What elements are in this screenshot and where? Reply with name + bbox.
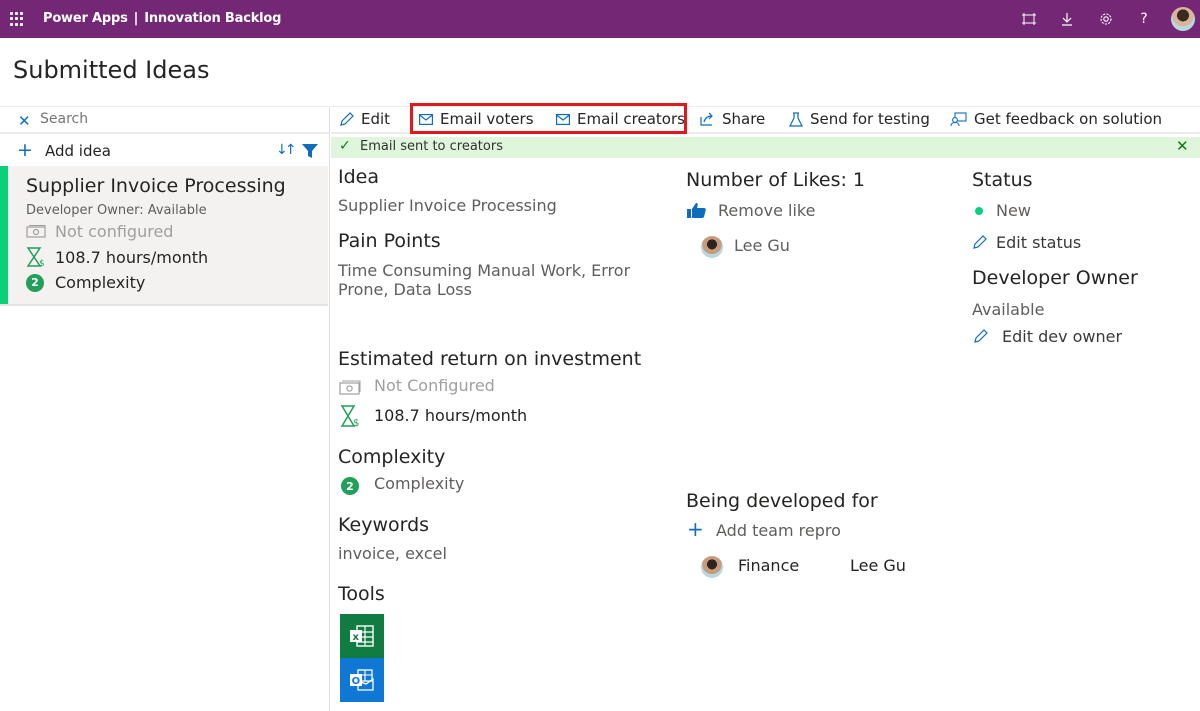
add-idea-row: + Add idea ↓↑ [0, 136, 330, 166]
app-header: Power Apps | Innovation Backlog ? [0, 0, 1200, 38]
liker-avatar [701, 236, 723, 258]
hourglass-dollar-icon: $ [26, 247, 46, 267]
team-member-avatar [701, 556, 723, 578]
flask-icon [789, 111, 803, 127]
thumbs-up-icon[interactable] [687, 202, 706, 218]
developer-owner-value: Available [972, 300, 1045, 319]
ideas-list-panel: ✕ + Add idea ↓↑ Supplier Invoice Process… [0, 106, 330, 711]
idea-value: Supplier Invoice Processing [338, 196, 557, 215]
status-heading: Status [972, 169, 1033, 191]
download-icon[interactable] [1057, 9, 1077, 29]
complexity-label: Complexity [374, 474, 465, 493]
email-voters-label: Email voters [440, 110, 534, 128]
search-bar: ✕ [0, 106, 330, 134]
filter-icon[interactable] [302, 144, 318, 158]
help-icon[interactable]: ? [1134, 9, 1154, 29]
keywords-value: invoice, excel [338, 544, 447, 563]
svg-text:O: O [352, 676, 361, 687]
share-label: Share [722, 110, 766, 128]
add-team-icon[interactable]: + [687, 517, 704, 541]
roi-value: Not Configured [374, 376, 495, 395]
title-separator: | [133, 11, 139, 26]
idea-list-item[interactable]: Supplier Invoice Processing Developer Ow… [0, 166, 328, 306]
money-icon [26, 224, 46, 239]
app-name: Power Apps [43, 11, 128, 26]
checkmark-icon: ✓ [339, 138, 351, 154]
selected-indicator [0, 166, 8, 304]
send-for-testing-button[interactable]: Send for testing [789, 108, 930, 130]
pain-points-line-1: Time Consuming Manual Work, Error [338, 261, 631, 280]
email-voters-button[interactable]: Email voters [419, 108, 534, 130]
edit-label: Edit [361, 110, 391, 128]
help-glyph: ? [1140, 11, 1148, 27]
email-creators-label: Email creators [577, 110, 685, 128]
pain-points-line-2: Prone, Data Loss [338, 280, 472, 299]
being-developed-heading: Being developed for [686, 490, 878, 512]
idea-roi: Not configured [55, 222, 174, 241]
remove-like-button[interactable]: Remove like [718, 201, 815, 220]
idea-complexity-label: Complexity [55, 273, 146, 292]
svg-text:x: x [353, 632, 360, 643]
feedback-icon [950, 111, 967, 126]
edit-button[interactable]: Edit [340, 108, 390, 130]
user-avatar[interactable] [1171, 7, 1195, 31]
get-feedback-label: Get feedback on solution [974, 110, 1163, 128]
svg-text:$: $ [353, 418, 359, 427]
app-launcher-icon[interactable] [10, 12, 24, 26]
liker-name: Lee Gu [734, 236, 790, 255]
keywords-heading: Keywords [338, 514, 430, 536]
pencil-icon [340, 112, 354, 126]
success-notification: ✓ Email sent to creators ✕ [331, 137, 1200, 158]
money-icon [339, 380, 361, 395]
complexity-badge: 2 [26, 273, 44, 292]
get-feedback-button[interactable]: Get feedback on solution [950, 108, 1162, 130]
complexity-badge: 2 [341, 477, 359, 495]
excel-icon[interactable]: x [340, 614, 384, 658]
notification-message: Email sent to creators [360, 139, 503, 154]
idea-hours: 108.7 hours/month [55, 247, 209, 267]
complexity-heading: Complexity [338, 446, 446, 468]
share-button[interactable]: Share [700, 108, 765, 130]
idea-heading: Idea [338, 166, 379, 188]
pain-points-heading: Pain Points [338, 230, 441, 252]
edit-status-button[interactable]: Edit status [996, 233, 1081, 252]
status-dot-icon [975, 207, 983, 215]
hours-value: 108.7 hours/month [374, 406, 528, 425]
idea-hours-row: $ 108.7 hours/month [26, 247, 208, 267]
send-for-testing-label: Send for testing [810, 110, 930, 128]
status-value: New [996, 201, 1031, 220]
hourglass-dollar-icon: $ [340, 405, 362, 427]
idea-developer-owner: Developer Owner: Available [26, 203, 207, 218]
clear-search-icon[interactable]: ✕ [18, 112, 31, 130]
add-idea-button[interactable]: Add idea [45, 142, 111, 160]
svg-text:$: $ [39, 259, 45, 267]
likes-heading: Number of Likes: 1 [686, 169, 866, 191]
team-person: Lee Gu [850, 556, 906, 575]
edit-dev-owner-button[interactable]: Edit dev owner [1002, 327, 1122, 346]
fit-screen-icon[interactable] [1019, 9, 1039, 29]
sort-icon[interactable]: ↓↑ [276, 142, 297, 158]
pencil-icon [974, 329, 988, 343]
app-subtitle: Innovation Backlog [144, 11, 282, 26]
idea-complexity-row: 2 Complexity [26, 273, 145, 292]
idea-title: Supplier Invoice Processing [26, 175, 286, 197]
email-creators-button[interactable]: Email creators [556, 108, 685, 130]
team-name: Finance [738, 556, 800, 575]
mail-icon [419, 113, 433, 125]
add-team-button[interactable]: Add team repro [716, 521, 841, 540]
app-title: Power Apps | Innovation Backlog [43, 11, 281, 26]
developer-owner-heading: Developer Owner [972, 267, 1138, 289]
tools-heading: Tools [338, 583, 385, 605]
close-notification-icon[interactable]: ✕ [1176, 137, 1189, 155]
pencil-icon [973, 235, 987, 249]
mail-icon [556, 113, 570, 125]
share-icon [700, 112, 713, 126]
search-input[interactable] [40, 111, 260, 127]
page-title: Submitted Ideas [13, 56, 210, 84]
idea-roi-row: Not configured [26, 222, 173, 241]
outlook-icon[interactable]: O [340, 658, 384, 702]
settings-icon[interactable] [1096, 9, 1116, 29]
add-icon[interactable]: + [17, 139, 33, 161]
roi-heading: Estimated return on investment [338, 348, 642, 370]
